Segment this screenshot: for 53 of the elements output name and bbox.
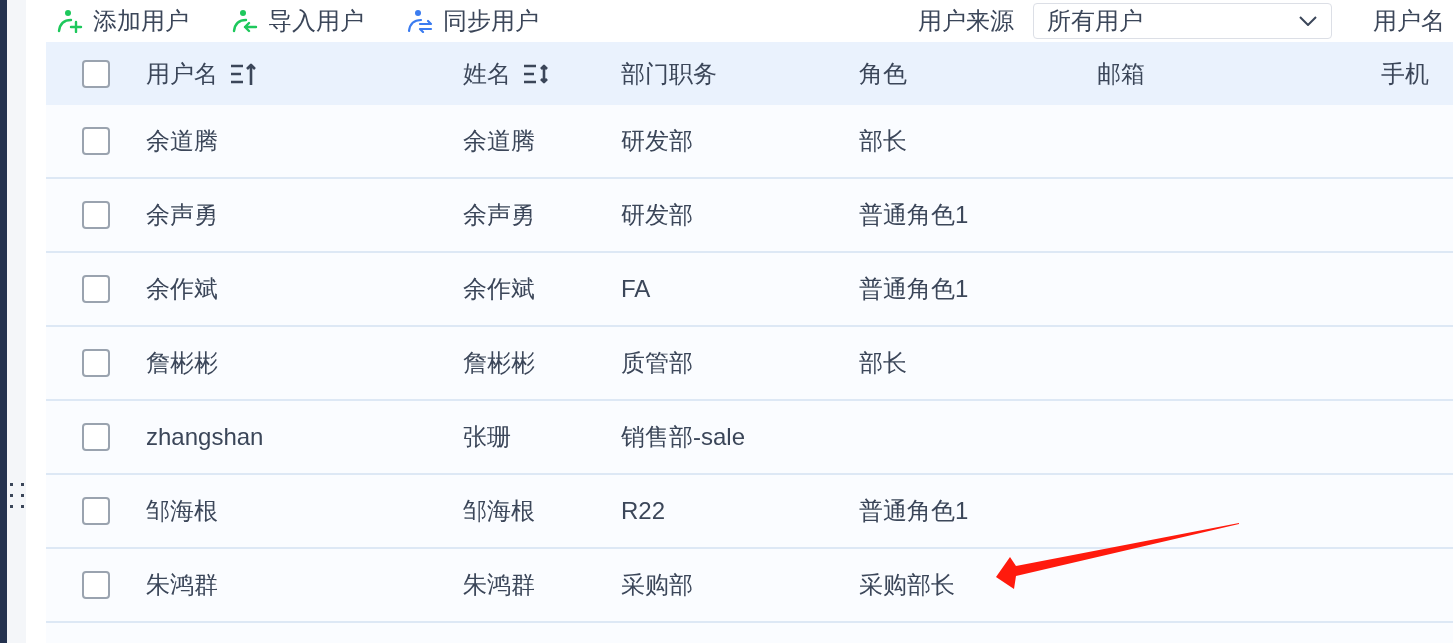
table-cell: 邹海根 (146, 496, 218, 526)
table-cell: R22 (621, 496, 666, 526)
column-header: 手机 (1381, 58, 1429, 89)
table-cell: 部长 (859, 348, 907, 378)
table-cell: 詹彬彬 (463, 348, 535, 378)
table-cell: 部长 (859, 126, 907, 156)
table-cell: 余声勇 (463, 200, 535, 230)
row-checkbox[interactable] (82, 497, 110, 525)
source-select[interactable]: 所有用户 (1033, 3, 1332, 39)
table-cell: 质管部 (621, 348, 693, 378)
grip-icon[interactable] (8, 483, 25, 508)
column-header: 姓名 (463, 58, 511, 89)
column-header: 用户名 (146, 58, 218, 89)
row-checkbox[interactable] (82, 127, 110, 155)
column-header: 邮箱 (1097, 58, 1145, 89)
select-all-checkbox[interactable] (82, 59, 110, 88)
table-cell: 研发部 (621, 200, 693, 230)
column-header: 角色 (859, 58, 907, 89)
table-cell: 普通角色1 (859, 274, 969, 304)
table-cell: 采购部 (621, 570, 693, 600)
table-cell: 朱鸿群 (463, 570, 535, 600)
table-cell: 余道腾 (146, 126, 218, 156)
user-swap-icon (407, 9, 433, 33)
row-checkbox[interactable] (82, 275, 110, 303)
table-cell: 张珊 (463, 422, 511, 452)
table-cell: 余作斌 (146, 274, 218, 304)
table-cell: 朱鸿群 (146, 570, 218, 600)
toolbar-action-button[interactable]: 同步用户 (407, 6, 539, 36)
table-cell: 邹海根 (463, 496, 535, 526)
table-cell: 余声勇 (146, 200, 218, 230)
table-cell: FA (621, 274, 651, 304)
table-cell: 詹彬彬 (146, 348, 218, 378)
table-cell: 研发部 (621, 126, 693, 156)
table-cell: 普通角色1 (859, 496, 969, 526)
sort-ascending-icon[interactable] (230, 61, 256, 86)
toolbar-action-button[interactable]: 添加用户 (57, 6, 189, 36)
table-cell: 普通角色1 (859, 200, 969, 230)
user-plus-icon (57, 9, 83, 33)
table-cell: 采购部长 (859, 570, 955, 600)
table-cell: 销售部-sale (621, 422, 746, 452)
column-header: 部门职务 (621, 58, 717, 89)
row-checkbox[interactable] (82, 423, 110, 451)
filter-label: 用户来源 (918, 6, 1014, 36)
table-cell: 余道腾 (463, 126, 535, 156)
toolbar-action-button[interactable]: 导入用户 (232, 6, 364, 36)
filter-label: 用户名 (1373, 6, 1445, 36)
row-checkbox[interactable] (82, 201, 110, 229)
chevron-down-icon (1299, 16, 1317, 26)
row-checkbox[interactable] (82, 571, 110, 599)
user-arrow-icon (232, 9, 258, 33)
row-checkbox[interactable] (82, 349, 110, 377)
table-cell: zhangshan (146, 422, 264, 452)
table-cell: 余作斌 (463, 274, 535, 304)
